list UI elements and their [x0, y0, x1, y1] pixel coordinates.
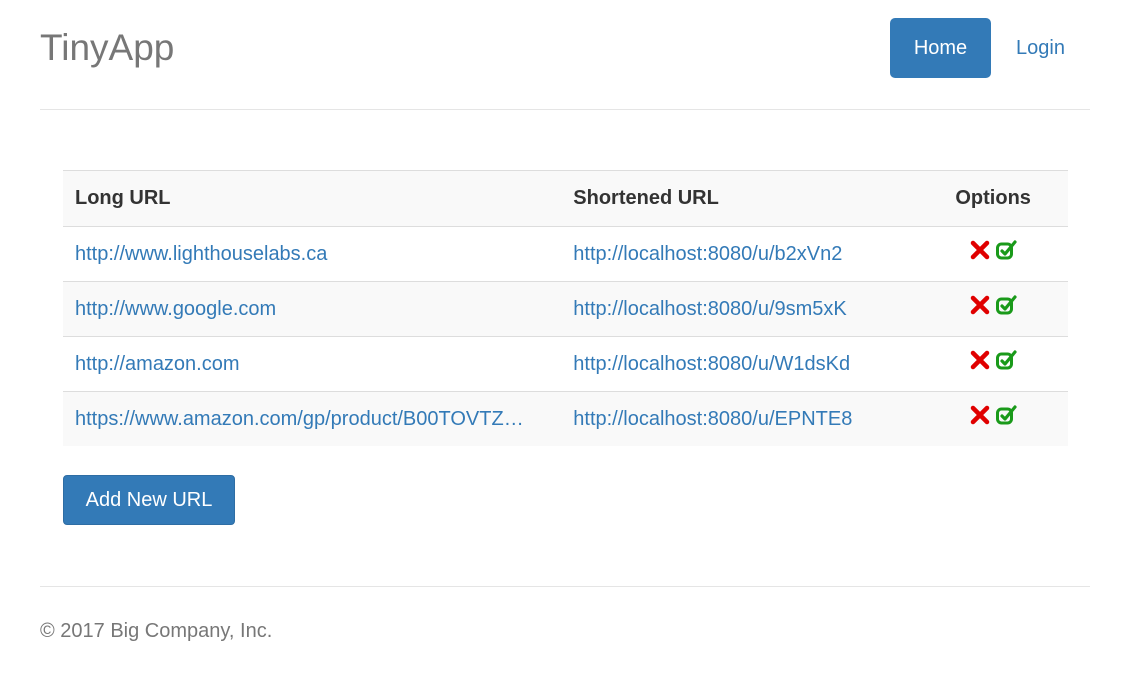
column-header-options: Options: [918, 170, 1068, 227]
options-cell: [918, 336, 1068, 392]
options-cell: [918, 281, 1068, 337]
footer: © 2017 Big Company, Inc.: [40, 586, 1090, 642]
nav: Home Login: [890, 18, 1090, 78]
long-url-link[interactable]: http://www.lighthouselabs.ca: [75, 243, 549, 266]
copyright-text: © 2017 Big Company, Inc.: [40, 620, 273, 642]
page: TinyApp Home Login Long URL Shortened UR…: [0, 0, 1132, 682]
nav-home-button[interactable]: Home: [890, 18, 991, 78]
table-row: http://amazon.com http://localhost:8080/…: [63, 336, 1068, 392]
urls-table: Long URL Shortened URL Options http://ww…: [63, 170, 1068, 446]
long-url-cell: http://www.lighthouselabs.ca: [63, 226, 562, 282]
add-new-url-button[interactable]: Add New URL: [63, 475, 235, 525]
table-row: http://www.google.com http://localhost:8…: [63, 281, 1068, 337]
short-url-link[interactable]: http://localhost:8080/u/9sm5xK: [573, 298, 847, 320]
short-url-cell: http://localhost:8080/u/b2xVn2: [561, 226, 919, 282]
long-url-link[interactable]: http://www.google.com: [75, 298, 549, 321]
long-url-link[interactable]: http://amazon.com: [75, 353, 549, 376]
options-cell: [918, 226, 1068, 282]
delete-x-icon[interactable]: [969, 404, 991, 426]
table-header-row: Long URL Shortened URL Options: [63, 170, 1068, 227]
options-cell: [918, 391, 1068, 446]
delete-x-icon[interactable]: [969, 294, 991, 316]
header: TinyApp Home Login: [40, 0, 1090, 110]
short-url-cell: http://localhost:8080/u/9sm5xK: [561, 281, 919, 337]
delete-x-icon[interactable]: [969, 239, 991, 261]
delete-x-icon[interactable]: [969, 349, 991, 371]
nav-login-link[interactable]: Login: [991, 18, 1090, 78]
edit-icon[interactable]: [995, 404, 1017, 426]
column-header-long-url: Long URL: [63, 170, 562, 227]
long-url-cell: http://www.google.com: [63, 281, 562, 337]
table-row: https://www.amazon.com/gp/product/B00TOV…: [63, 391, 1068, 446]
long-url-link[interactable]: https://www.amazon.com/gp/product/B00TOV…: [75, 408, 549, 431]
long-url-cell: https://www.amazon.com/gp/product/B00TOV…: [63, 391, 562, 446]
column-header-short-url: Shortened URL: [561, 170, 919, 227]
short-url-link[interactable]: http://localhost:8080/u/EPNTE8: [573, 408, 852, 430]
brand-title: TinyApp: [40, 27, 175, 68]
short-url-link[interactable]: http://localhost:8080/u/b2xVn2: [573, 243, 842, 265]
edit-icon[interactable]: [995, 349, 1017, 371]
edit-icon[interactable]: [995, 294, 1017, 316]
edit-icon[interactable]: [995, 239, 1017, 261]
table-row: http://www.lighthouselabs.ca http://loca…: [63, 226, 1068, 282]
short-url-cell: http://localhost:8080/u/W1dsKd: [561, 336, 919, 392]
long-url-cell: http://amazon.com: [63, 336, 562, 392]
short-url-link[interactable]: http://localhost:8080/u/W1dsKd: [573, 353, 850, 375]
short-url-cell: http://localhost:8080/u/EPNTE8: [561, 391, 919, 446]
